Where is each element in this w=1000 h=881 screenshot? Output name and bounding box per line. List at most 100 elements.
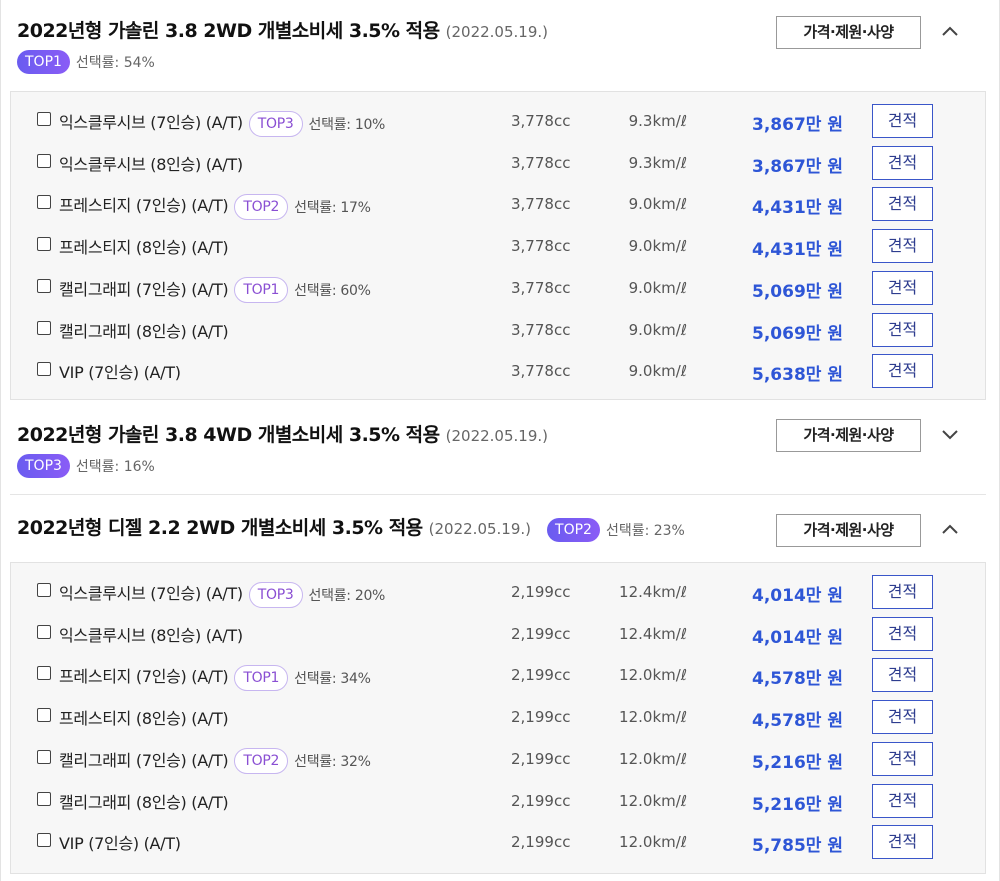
trim-name-group: VIP (7인승) (A/T): [59, 359, 181, 383]
spec-button[interactable]: 가격·제원·사양: [776, 16, 921, 49]
trim-selection-rate: 선택률: 32%: [294, 754, 371, 771]
section-title: 2022년형 가솔린 3.8 2WD 개별소비세 3.5% 적용: [17, 20, 440, 42]
spec-button[interactable]: 가격·제원·사양: [776, 419, 921, 452]
top-rank-chip: TOP1: [234, 664, 289, 691]
trim-price: 4,431만 원: [752, 240, 843, 261]
trim-name: 캘리그래피 (7인승) (A/T): [59, 750, 229, 770]
trim-price: 5,069만 원: [752, 281, 843, 302]
trim-row: 캘리그래피 (7인승) (A/T) TOP1 선택률: 60% 3,778cc 9.0k…: [11, 259, 985, 305]
section-title-line: 2022년형 디젤 2.2 2WD 개별소비세 3.5% 적용 (2022.05.…: [17, 513, 685, 542]
trim-selection-rate: 선택률: 10%: [308, 116, 386, 133]
section-badge-line: TOP3 선택률: 16%: [17, 454, 155, 478]
top-rank-badge: TOP3: [17, 454, 70, 478]
trim-name: 익스클루시브 (8인승) (A/T): [59, 625, 243, 645]
trim-row: 프레스티지 (8인승) (A/T) 3,778cc 9.0km/ℓ 4,431만 원견…: [11, 217, 985, 264]
top-rank-chip: TOP2: [234, 193, 289, 220]
trim-checkbox[interactable]: [37, 320, 51, 335]
trim-row: 캘리그래피 (7인승) (A/T) TOP2 선택률: 32% 2,199cc 12.0…: [11, 730, 985, 776]
trim-name-group: 익스클루시브 (7인승) (A/T) TOP3 선택률: 20%: [59, 580, 385, 608]
section-date: (2022.05.19.): [445, 23, 548, 41]
trim-name-group: 프레스티지 (7인승) (A/T) TOP1 선택률: 34%: [59, 663, 371, 691]
trim-checkbox[interactable]: [37, 833, 51, 848]
trim-checkbox[interactable]: [37, 708, 51, 723]
trim-checkbox[interactable]: [37, 749, 51, 764]
trim-row: VIP (7인승) (A/T) 3,778cc 9.0km/ℓ 5,638만 원 견적: [11, 342, 985, 389]
trim-selection-rate: 선택률: 34%: [294, 670, 371, 687]
trim-row: 익스클루시브 (8인승) (A/T) 3,778cc 9.3km/ℓ 3,867만 원…: [11, 134, 985, 180]
fuel-efficiency: 9.0km/ℓ: [628, 237, 687, 256]
chevron-down-icon[interactable]: [940, 424, 960, 444]
trim-name: 프레스티지 (7인승) (A/T): [59, 667, 229, 687]
trim-checkbox[interactable]: [37, 195, 51, 210]
trim-checkbox[interactable]: [37, 278, 51, 293]
section-badge-line: TOP1 선택률: 54%: [17, 50, 155, 74]
top-rank-chip: TOP1: [234, 277, 289, 304]
fuel-efficiency: 9.0km/ℓ: [628, 320, 687, 339]
trim-name: 프레스티지 (8인승) (A/T): [59, 238, 229, 258]
fuel-efficiency: 12.0km/ℓ: [619, 708, 687, 727]
engine-displacement: 2,199cc: [511, 583, 571, 601]
engine-displacement: 3,778cc: [511, 320, 571, 339]
trim-price: 4,578만 원: [752, 711, 843, 732]
trim-checkbox[interactable]: [37, 791, 51, 806]
trim-price: 5,785만 원: [752, 836, 843, 857]
trim-name: 프레스티지 (7인승) (A/T): [59, 196, 229, 216]
trim-checkbox[interactable]: [37, 112, 51, 126]
trim-price: 5,216만 원: [752, 752, 843, 773]
trim-name-group: 익스클루시브 (8인승) (A/T): [59, 151, 243, 175]
trim-selection-rate: 선택률: 17%: [294, 199, 371, 216]
trim-row: 익스클루시브 (7인승) (A/T) TOP3 선택률: 10% 3,778cc 9.3…: [11, 92, 985, 138]
trim-name: VIP (7인승) (A/T): [59, 363, 181, 383]
trim-list: 익스클루시브 (7인승) (A/T) TOP3 선택률: 10% 3,778cc 9.3…: [10, 91, 986, 400]
spec-button[interactable]: 가격·제원·사양: [776, 514, 921, 547]
fuel-efficiency: 12.4km/ℓ: [619, 583, 687, 601]
trim-checkbox[interactable]: [37, 362, 51, 377]
trim-row: 프레스티지 (7인승) (A/T) TOP2 선택률: 17% 3,778cc 9.0k…: [11, 175, 985, 222]
trim-price: 5,216만 원: [752, 794, 843, 815]
trim-row: 익스클루시브 (8인승) (A/T) 2,199cc 12.4km/ℓ 4,014만 …: [11, 605, 985, 651]
trim-price: 4,014만 원: [752, 627, 843, 648]
trim-name-group: 캘리그래피 (7인승) (A/T) TOP1 선택률: 60%: [59, 276, 371, 304]
top-rank-chip: TOP2: [234, 748, 289, 775]
fuel-efficiency: 12.0km/ℓ: [619, 749, 687, 768]
section-date: (2022.05.19.): [428, 520, 532, 538]
trim-name-group: 프레스티지 (7인승) (A/T) TOP2 선택률: 17%: [59, 192, 371, 220]
trim-price: 5,638만 원: [752, 365, 843, 386]
trim-name-group: 캘리그래피 (7인승) (A/T) TOP2 선택률: 32%: [59, 747, 371, 775]
trim-list: 익스클루시브 (7인승) (A/T) TOP3 선택률: 20% 2,199cc 12.…: [10, 562, 986, 874]
engine-displacement: 2,199cc: [511, 791, 571, 810]
selection-rate: 선택률: 23%: [605, 522, 685, 539]
trim-name-group: 익스클루시브 (8인승) (A/T): [59, 622, 243, 646]
trim-selection-rate: 선택률: 20%: [308, 587, 386, 604]
trim-checkbox[interactable]: [37, 153, 51, 168]
quote-button[interactable]: 견적: [872, 825, 933, 860]
chevron-up-icon[interactable]: [940, 519, 960, 539]
engine-displacement: 3,778cc: [511, 112, 571, 130]
trim-checkbox[interactable]: [37, 624, 51, 639]
trim-price: 3,867만 원: [752, 156, 843, 177]
trim-checkbox[interactable]: [37, 666, 51, 681]
top-rank-badge: TOP1: [17, 50, 70, 74]
section-title: 2022년형 디젤 2.2 2WD 개별소비세 3.5% 적용: [17, 517, 423, 539]
trim-price: 3,867만 원: [752, 115, 843, 135]
quote-button[interactable]: 견적: [872, 354, 933, 389]
engine-displacement: 3,778cc: [511, 362, 571, 381]
fuel-efficiency: 12.4km/ℓ: [619, 624, 687, 643]
trim-name: 캘리그래피 (8인승) (A/T): [59, 792, 229, 812]
fuel-efficiency: 12.0km/ℓ: [619, 791, 687, 810]
trim-name-group: 프레스티지 (8인승) (A/T): [59, 234, 229, 258]
engine-displacement: 2,199cc: [511, 708, 571, 727]
trim-name: 익스클루시브 (8인승) (A/T): [59, 154, 243, 174]
engine-displacement: 2,199cc: [511, 666, 571, 685]
section-title-line: 2022년형 가솔린 3.8 2WD 개별소비세 3.5% 적용 (2022.05…: [17, 16, 548, 43]
fuel-efficiency: 9.3km/ℓ: [628, 112, 687, 130]
section-title: 2022년형 가솔린 3.8 4WD 개별소비세 3.5% 적용: [17, 424, 440, 446]
fuel-efficiency: 9.0km/ℓ: [628, 195, 687, 214]
trim-name: 캘리그래피 (7인승) (A/T): [59, 279, 229, 299]
trim-checkbox[interactable]: [37, 583, 51, 597]
top-rank-chip: TOP3: [248, 110, 303, 137]
trim-row: 캘리그래피 (8인승) (A/T) 3,778cc 9.0km/ℓ 5,069만 원견…: [11, 301, 985, 347]
trim-checkbox[interactable]: [37, 237, 51, 252]
chevron-up-icon[interactable]: [940, 21, 960, 41]
top-rank-badge: TOP2: [547, 517, 600, 542]
